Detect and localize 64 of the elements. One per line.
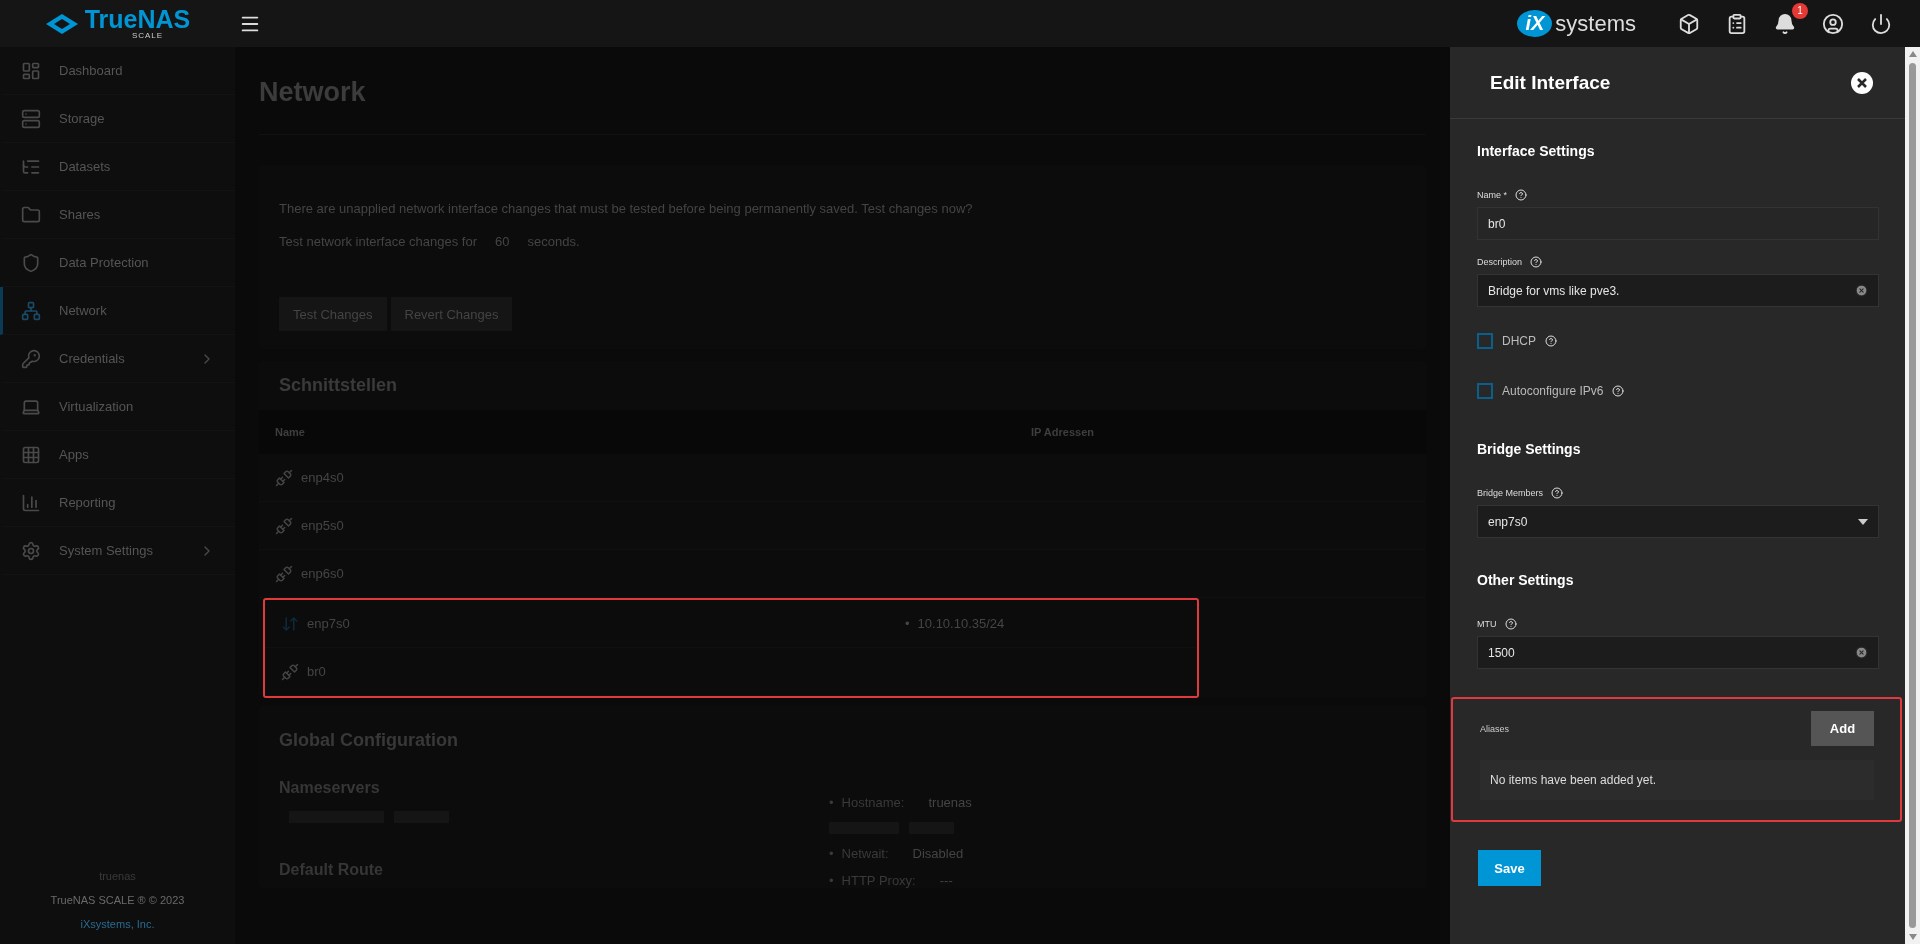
field-label: Name *: [1477, 190, 1507, 200]
help-icon[interactable]: [1515, 189, 1527, 201]
copyright-text: TrueNAS SCALE ® © 2023: [50, 894, 185, 906]
setting-value: Disabled: [912, 846, 964, 861]
settings-icon: [21, 540, 41, 561]
select-field[interactable]: enp7s0: [1477, 505, 1879, 538]
section-title: Bridge Settings: [1477, 440, 1582, 459]
logo-text: TrueNAS: [84, 7, 191, 32]
bullet-mark: •: [829, 873, 834, 888]
help-icon[interactable]: [1504, 618, 1517, 630]
scroll-down-icon[interactable]: [1908, 934, 1917, 940]
vendor-name: systems: [1555, 10, 1636, 37]
help-icon[interactable]: [1530, 256, 1543, 268]
field-label: MTU: [1477, 619, 1497, 629]
help-icon[interactable]: [1551, 487, 1564, 499]
checkbox-label: DHCP: [1502, 334, 1536, 348]
notification-badge: 1: [1792, 2, 1808, 19]
bar-chart-icon: [21, 492, 41, 513]
bullet-mark: •: [829, 846, 834, 861]
section-title: Interface Settings: [1477, 142, 1596, 161]
text-field[interactable]: 1500: [1477, 636, 1879, 669]
clear-icon[interactable]: [1855, 284, 1868, 297]
timeout-label: Test network interface changes for: [279, 234, 477, 249]
scroll-up-icon[interactable]: [1908, 51, 1917, 57]
edition-text: SCALE: [131, 32, 164, 40]
section-title: Other Settings: [1477, 571, 1575, 590]
clear-icon[interactable]: [1855, 646, 1868, 659]
grid-icon: [21, 444, 41, 465]
interface-name: enp7s0: [307, 616, 350, 631]
help-icon[interactable]: [1612, 385, 1625, 397]
scrollbar[interactable]: [1905, 47, 1920, 944]
company-link[interactable]: iXsystems, Inc.: [80, 918, 155, 930]
timeout-unit: seconds.: [527, 234, 580, 249]
setting-value: truenas: [928, 795, 972, 810]
shield-icon: [21, 252, 41, 273]
checkbox[interactable]: [1477, 383, 1493, 399]
close-icon[interactable]: [1851, 71, 1873, 94]
save-button[interactable]: Save: [1478, 850, 1541, 886]
field-label: Description: [1477, 257, 1523, 267]
checkbox-label: Autoconfigure IPv6: [1502, 384, 1604, 398]
text-field[interactable]: Bridge for vms like pve3.: [1477, 274, 1879, 307]
bullet-mark: •: [829, 795, 834, 810]
interface-name: enp5s0: [301, 518, 344, 533]
server-icon: [21, 108, 41, 129]
text-field[interactable]: br0: [1477, 207, 1879, 240]
folder-icon: [21, 204, 41, 225]
interface-name: enp4s0: [301, 470, 344, 485]
ip-address: 10.10.10.35/24: [917, 614, 1005, 633]
checkbox[interactable]: [1477, 333, 1493, 349]
caret-icon: [1858, 518, 1868, 525]
empty-state-text: No items have been added yet.: [1480, 760, 1874, 800]
network-icon: [21, 300, 41, 321]
dashboard-icon: [21, 60, 41, 81]
bullet-mark: •: [905, 614, 910, 633]
interface-name: enp6s0: [301, 566, 344, 581]
interface-name: br0: [307, 664, 326, 679]
panel-title: Edit Interface: [1490, 71, 1611, 94]
vendor-mark: iX: [1517, 10, 1553, 37]
key-icon: [21, 348, 41, 369]
field-label: Bridge Members: [1477, 488, 1544, 498]
help-icon[interactable]: [1545, 335, 1557, 347]
aliases-label: Aliases: [1480, 723, 1509, 734]
add-button[interactable]: Add: [1811, 711, 1874, 746]
setting-value: ---: [939, 873, 953, 888]
